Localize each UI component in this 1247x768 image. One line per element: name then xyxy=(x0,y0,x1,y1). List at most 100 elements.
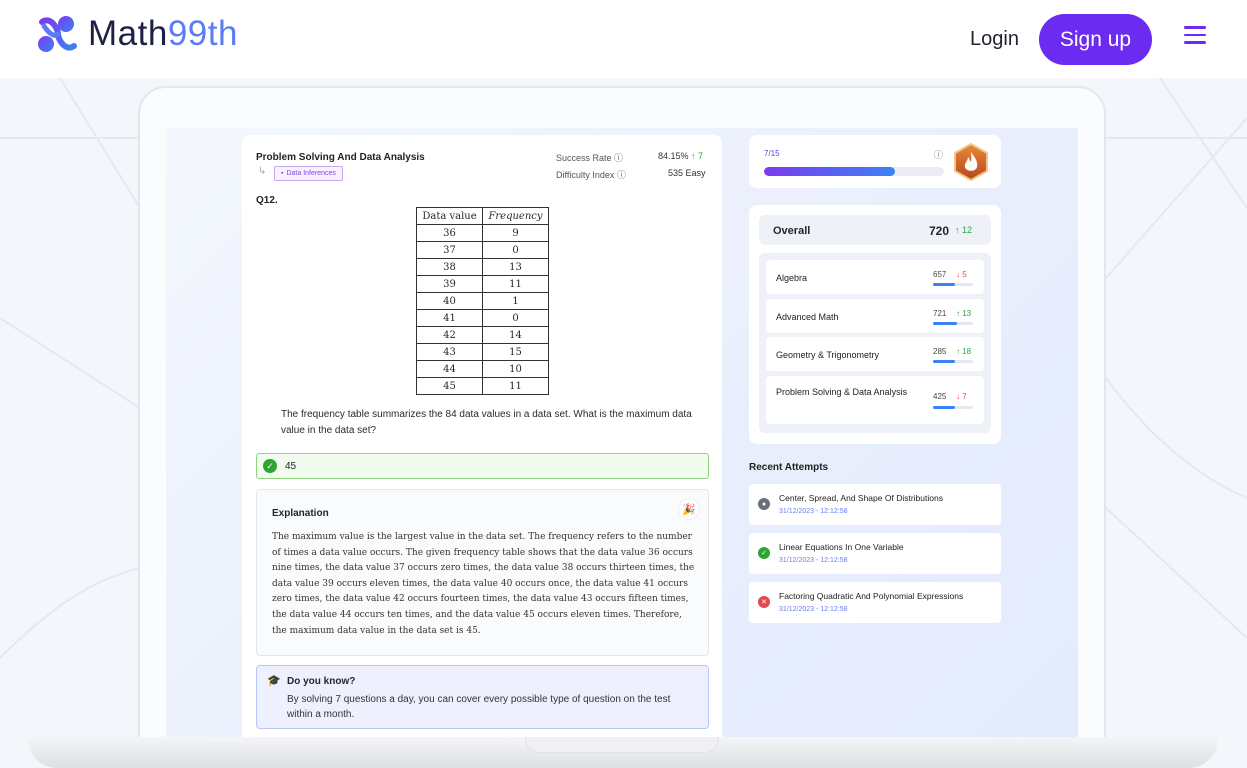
subject-row-algebra[interactable]: Algebra 657 ↓ 5 xyxy=(766,260,984,294)
subject-score: 657 xyxy=(933,270,947,279)
info-icon: ⓘ xyxy=(614,153,624,163)
table-row: 43 15 xyxy=(416,343,549,361)
progress-bar-fill xyxy=(764,167,896,176)
attempt-name: Linear Equations In One Variable xyxy=(779,542,904,552)
cross-icon: ✕ xyxy=(758,596,770,608)
table-cell: 1 xyxy=(482,292,549,310)
subject-score: 721 xyxy=(933,309,947,318)
table-cell: 0 xyxy=(482,309,549,327)
subject-row-advanced-math[interactable]: Advanced Math 721 ↑ 13 xyxy=(766,299,984,333)
overall-value: 720 xyxy=(929,224,950,238)
table-header: Frequency xyxy=(482,207,549,225)
table-cell: 44 xyxy=(416,360,483,378)
table-row: 36 9 xyxy=(416,224,549,242)
recent-attempt-item[interactable]: ✓ Linear Equations In One Variable 31/12… xyxy=(749,533,1001,574)
recent-attempt-item[interactable]: ✕ Factoring Quadratic And Polynomial Exp… xyxy=(749,582,1001,623)
attempt-name: Center, Spread, And Shape Of Distributio… xyxy=(779,493,943,503)
subject-delta: ↑ 13 xyxy=(956,309,972,318)
subject-score-bar xyxy=(933,283,973,286)
logo-text: Math99th xyxy=(88,14,238,53)
table-cell: 10 xyxy=(482,360,549,378)
table-cell: 14 xyxy=(482,326,549,344)
success-rate-label: Success Rate ⓘ xyxy=(556,153,624,163)
answer-text: 45 xyxy=(285,460,297,472)
graduation-cap-icon: 🎓 xyxy=(267,675,281,687)
table-cell: 45 xyxy=(416,377,483,395)
table-cell: 9 xyxy=(482,224,549,242)
lock-icon: ▪ xyxy=(281,170,284,177)
table-row: 44 10 xyxy=(416,360,549,378)
did-you-know-panel: 🎓 Do you know? By solving 7 questions a … xyxy=(256,665,709,729)
difficulty-value: 535 Easy xyxy=(668,168,706,178)
table-row: 41 0 xyxy=(416,309,549,327)
laptop-notch xyxy=(525,737,719,753)
party-popper-icon[interactable]: 🎉 xyxy=(678,498,700,520)
frequency-table: Data value Frequency 36 9 37 0 38 13 39 11 40 1 41… xyxy=(416,207,549,395)
info-icon: ⓘ xyxy=(616,170,626,180)
explanation-body: The maximum value is the largest value i… xyxy=(272,532,695,636)
progress-label: 7/15 xyxy=(764,149,780,158)
overall-score-row[interactable]: Overall 720 ↑ 12 xyxy=(759,215,991,245)
subject-delta: ↑ 18 xyxy=(956,347,972,356)
subject-scores-list: Algebra 657 ↓ 5 Advanced Math 721 ↑ 13 G… xyxy=(759,253,991,433)
hamburger-menu-icon[interactable] xyxy=(1184,26,1206,44)
table-row: 38 13 xyxy=(416,258,549,276)
progress-bar xyxy=(764,167,944,176)
table-cell: 0 xyxy=(482,241,549,259)
login-link[interactable]: Login xyxy=(970,28,1019,51)
subject-row-problem-solving[interactable]: Problem Solving & Data Analysis 425 ↓ 7 xyxy=(766,376,984,424)
did-you-know-body: By solving 7 questions a day, you can co… xyxy=(287,694,671,720)
question-subject: Problem Solving And Data Analysis xyxy=(256,152,425,163)
subject-delta: ↓ 5 xyxy=(956,270,967,279)
attempt-name: Factoring Quadratic And Polynomial Expre… xyxy=(779,591,964,601)
table-header: Data value xyxy=(416,207,483,225)
table-row: 37 0 xyxy=(416,241,549,259)
recent-attempts-title: Recent Attempts xyxy=(749,462,829,473)
question-card: Problem Solving And Data Analysis ↳ ▪ Dat… xyxy=(242,135,722,737)
table-cell: 38 xyxy=(416,258,483,276)
table-row: 42 14 xyxy=(416,326,549,344)
explanation-title: Explanation xyxy=(272,508,329,519)
selected-answer[interactable]: ✓ 45 xyxy=(256,453,709,479)
subject-score: 285 xyxy=(933,347,947,356)
did-you-know-title: Do you know? xyxy=(287,676,356,687)
subject-score-bar xyxy=(933,322,973,325)
brand-logo[interactable]: Math99th xyxy=(36,14,238,54)
difficulty-label: Difficulty Index ⓘ xyxy=(556,170,626,180)
table-cell: 42 xyxy=(416,326,483,344)
subject-name: Advanced Math xyxy=(776,312,839,322)
table-cell: 15 xyxy=(482,343,549,361)
table-cell: 40 xyxy=(416,292,483,310)
check-icon: ✓ xyxy=(758,547,770,559)
recent-attempt-item[interactable]: ● Center, Spread, And Shape Of Distribut… xyxy=(749,484,1001,525)
top-navbar: Math99th Login Sign up xyxy=(0,0,1247,78)
timer-icon: ● xyxy=(758,498,770,510)
subject-score-bar xyxy=(933,360,973,363)
check-icon: ✓ xyxy=(263,459,277,473)
scores-card: Overall 720 ↑ 12 Algebra 657 ↓ 5 Advance… xyxy=(749,205,1001,444)
subject-score: 425 xyxy=(933,392,947,401)
subject-score-bar xyxy=(933,406,973,409)
overall-delta: ↑ 12 xyxy=(955,225,973,235)
topic-tag[interactable]: ▪ Data Inferences xyxy=(274,166,343,181)
table-row: 39 11 xyxy=(416,275,549,293)
table-cell: 37 xyxy=(416,241,483,259)
table-cell: 41 xyxy=(416,309,483,327)
table-cell: 13 xyxy=(482,258,549,276)
daily-progress-card: 7/15 ⓘ xyxy=(749,135,1001,188)
info-icon[interactable]: ⓘ xyxy=(934,148,943,161)
success-rate-value: 84.15% ↑ 7 xyxy=(658,151,704,161)
subject-name: Algebra xyxy=(776,273,808,283)
table-cell: 11 xyxy=(482,377,549,395)
table-cell: 39 xyxy=(416,275,483,293)
logo-icon xyxy=(38,16,77,52)
table-cell: 36 xyxy=(416,224,483,242)
streak-flame-icon xyxy=(954,143,988,181)
overall-label: Overall xyxy=(773,225,811,237)
attempt-date: 31/12/2023 - 12:12:58 xyxy=(779,508,848,515)
table-row: 45 11 xyxy=(416,377,549,395)
subject-row-geometry[interactable]: Geometry & Trigonometry 285 ↑ 18 xyxy=(766,337,984,371)
app-screen: Problem Solving And Data Analysis ↳ ▪ Dat… xyxy=(166,128,1078,737)
signup-button[interactable]: Sign up xyxy=(1039,14,1152,65)
explanation-panel: Explanation 🎉 The maximum value is the l… xyxy=(256,489,709,656)
